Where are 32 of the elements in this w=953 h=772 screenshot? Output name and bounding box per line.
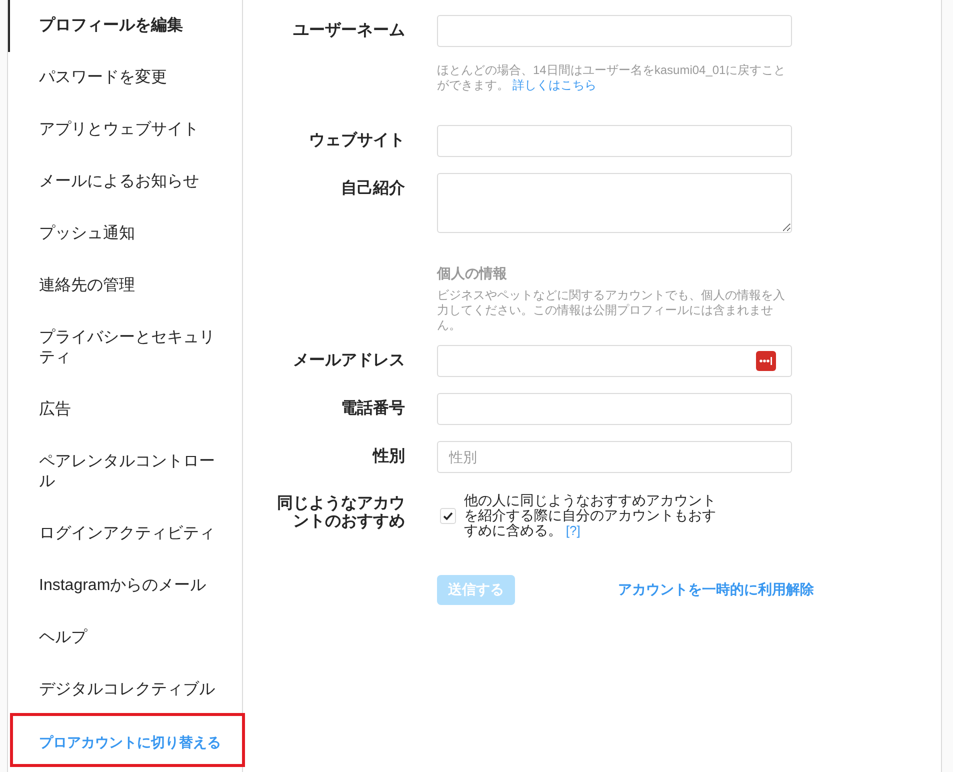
input-field[interactable] <box>437 345 792 377</box>
sidebar-item[interactable]: ペアレンタルコントロール <box>8 436 242 508</box>
section-title: 個人の情報 <box>437 265 508 281</box>
sidebar-item[interactable]: Instagramからのメール <box>8 560 242 612</box>
checkbox[interactable] <box>440 508 456 524</box>
checkbox-label: 他の人に同じようなおすすめアカウントを紹介する際に自分のアカウントもおすすめに含める。 [?] <box>464 493 717 538</box>
field-label: ウェブサイト <box>309 132 405 149</box>
field-label: 自己紹介 <box>341 180 405 197</box>
sidebar-item[interactable]: プロフィールを編集 <box>8 0 242 52</box>
sidebar-item[interactable]: 広告 <box>8 384 242 436</box>
sidebar-item[interactable]: ログインアクティビティ <box>8 508 242 560</box>
textarea-field[interactable] <box>437 173 792 233</box>
sidebar-item[interactable]: メールによるお知らせ <box>8 156 242 208</box>
sidebar-item[interactable]: プライバシーとセキュリティ <box>8 312 242 384</box>
field-label: メールアドレス <box>293 352 405 369</box>
sidebar-item[interactable]: デジタルコレクティブル <box>8 664 242 716</box>
field-label: 同じようなアカウントのおすすめ <box>277 495 405 530</box>
input-field[interactable] <box>437 393 792 425</box>
sidebar-item[interactable]: パスワードを変更 <box>8 52 242 104</box>
sidebar-item[interactable]: プッシュ通知 <box>8 208 242 260</box>
dots-icon[interactable] <box>756 351 776 371</box>
input-field[interactable]: 性別 <box>437 441 792 473</box>
input-field[interactable] <box>437 15 792 47</box>
section-description: ビジネスやペットなどに関するアカウントでも、個人の情報を入力してください。この情報は公開プロフィールには含まれません。 <box>437 288 786 333</box>
field-label: 電話番号 <box>341 400 405 417</box>
sidebar-item[interactable]: ヘルプ <box>8 612 242 664</box>
sidebar-item[interactable]: 連絡先の管理 <box>8 260 242 312</box>
help-text: ほとんどの場合、14日間はユーザー名をkasumi04_01に戻すことができます。 詳しくはこちら <box>437 63 787 93</box>
input-field[interactable] <box>437 125 792 157</box>
field-label: 性別 <box>373 448 405 465</box>
sidebar-item[interactable]: アプリとウェブサイト <box>8 104 242 156</box>
field-label: ユーザーネーム <box>293 22 405 39</box>
